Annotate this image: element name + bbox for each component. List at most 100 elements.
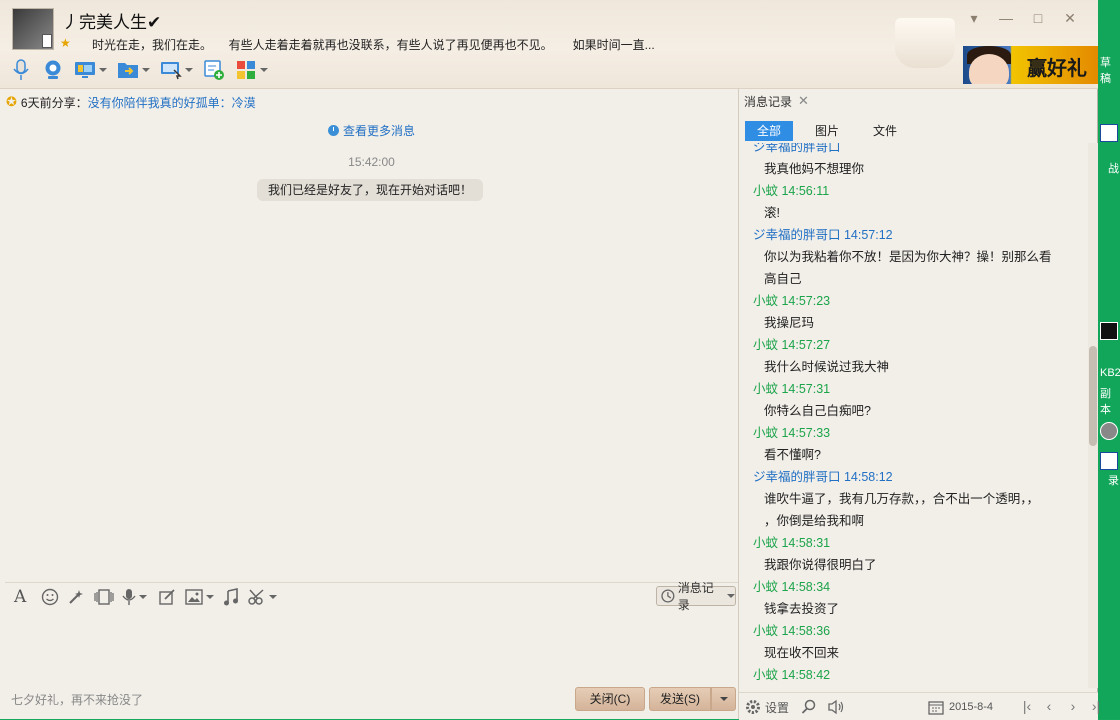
contact-nickname[interactable]: 丿完美人生✔ [62, 8, 161, 33]
history-message-text[interactable]: 看不懂啊? [764, 444, 821, 463]
minimize-icon[interactable]: — [998, 10, 1014, 26]
font-icon: A [14, 587, 27, 607]
font-button[interactable]: A [14, 587, 27, 607]
filter-tab-files[interactable]: 文件 [861, 121, 909, 141]
history-date-picker[interactable]: 2015-8-4 [928, 698, 993, 716]
history-search-button[interactable] [801, 698, 817, 716]
history-panel-title: 消息记录 [744, 94, 793, 109]
close-icon[interactable]: ✕ [1062, 10, 1078, 26]
history-message-text[interactable]: 我真他妈不想理你 [764, 158, 864, 177]
history-message-text[interactable]: 能会给你会 [764, 686, 827, 690]
music-button[interactable] [223, 588, 239, 606]
history-clock-icon [661, 589, 675, 603]
desktop-icon[interactable] [1100, 322, 1118, 340]
desktop-label[interactable]: 战 [1108, 160, 1120, 176]
history-message-header: ジ幸福的胖哥口 14:58:12 [753, 470, 893, 484]
filter-tab-all[interactable]: 全部 [745, 121, 794, 141]
video-call-button[interactable] [42, 57, 64, 83]
send-image-button[interactable] [185, 588, 214, 606]
promo-hint[interactable]: 七夕好礼，再不来抢没了 [11, 691, 143, 708]
desktop-label[interactable]: 录 [1108, 472, 1120, 488]
smiley-icon [41, 588, 59, 606]
history-message-text[interactable]: 你以为我粘着你不放！是因为你大神？操！别那么看 [764, 246, 1052, 265]
message-area[interactable]: 查看更多消息 15:42:00 我们已经是好友了，现在开始对话吧！ [5, 88, 738, 580]
chevron-down-icon[interactable] [260, 68, 268, 72]
edit-button[interactable] [158, 588, 176, 606]
next-page-icon[interactable]: › [1066, 699, 1080, 713]
history-message-header: ジ幸福的胖哥口 [753, 143, 841, 154]
chevron-down-icon[interactable] [185, 68, 193, 72]
last-page-icon[interactable]: ›| [1089, 699, 1103, 713]
system-message: 我们已经是好友了，现在开始对话吧！ [257, 179, 484, 201]
folder-icon [117, 59, 139, 81]
remote-desktop-icon [160, 59, 182, 81]
view-more-messages-link[interactable]: 查看更多消息 [5, 122, 738, 139]
magic-wand-icon [69, 590, 83, 604]
webcam-icon [42, 59, 64, 81]
filter-tab-images[interactable]: 图片 [803, 121, 851, 141]
history-volume-button[interactable] [827, 698, 845, 716]
history-message-text[interactable]: 钱拿去投资了 [764, 598, 839, 617]
history-panel-tab[interactable]: 消息记录 ✕ [744, 89, 809, 113]
chevron-down-icon[interactable] [139, 595, 147, 599]
emoji-button[interactable] [41, 588, 59, 606]
history-settings-label: 设置 [765, 700, 790, 715]
desktop-icon[interactable] [1100, 452, 1118, 470]
desktop-icon[interactable] [1100, 422, 1118, 440]
history-message-text[interactable]: 你特么自己白痴吧? [764, 400, 871, 419]
voice-message-button[interactable] [122, 588, 147, 606]
apps-button[interactable] [235, 57, 268, 83]
close-icon[interactable]: ✕ [798, 93, 809, 109]
message-history-button[interactable]: 消息记录 [656, 581, 736, 612]
first-page-icon[interactable]: |‹ [1020, 699, 1034, 713]
chevron-down-icon[interactable] [727, 594, 735, 598]
music-note-icon [224, 588, 238, 606]
history-message-text[interactable]: 滚! [764, 202, 780, 221]
scrollbar-thumb[interactable] [1089, 346, 1097, 446]
message-input[interactable] [5, 610, 738, 685]
screenshot-button[interactable] [248, 588, 277, 606]
history-message-text[interactable]: 我什么时候说过我大神 [764, 356, 889, 375]
message-history-label: 消息记录 [677, 581, 714, 612]
panel-divider[interactable] [738, 88, 739, 719]
chevron-down-icon[interactable] [99, 68, 107, 72]
history-message-text[interactable]: 谁吹牛逼了，我有几万存款，，合不出一个透明，， [764, 488, 1039, 507]
window-shake-button[interactable] [94, 588, 114, 606]
history-message-text[interactable]: ，你倒是给我和啊 [764, 510, 864, 529]
history-filter-tabs: 全部 图片 文件 [745, 121, 919, 141]
close-button[interactable]: 关闭(C) [575, 687, 645, 711]
history-message-text[interactable]: 高自己 [764, 268, 802, 287]
desktop-label[interactable]: KB2 [1100, 367, 1120, 379]
magic-expression-button[interactable] [67, 588, 85, 606]
desktop-strip: 草稿 战 KB2 副本 录 [1098, 0, 1120, 719]
history-message-text[interactable]: 我操尼玛 [764, 312, 814, 331]
chevron-down-icon[interactable] [142, 68, 150, 72]
desktop-label[interactable]: 草稿 [1100, 54, 1120, 86]
screen-share-button[interactable] [74, 57, 107, 83]
skin-dropdown-icon[interactable]: ▾ [966, 10, 982, 26]
maximize-icon[interactable]: □ [1030, 10, 1046, 26]
history-message-header: 小蚊 14:56:11 [753, 184, 830, 198]
chevron-down-icon[interactable] [269, 595, 277, 599]
calendar-icon [928, 701, 944, 715]
history-message-header: 小蚊 14:58:42 [753, 668, 831, 682]
send-options-button[interactable] [711, 687, 736, 711]
remote-desktop-button[interactable] [160, 57, 193, 83]
history-settings-button[interactable]: 设置 [745, 698, 789, 716]
previous-page-icon[interactable]: ‹ [1042, 699, 1056, 713]
voice-call-button[interactable] [10, 57, 32, 83]
avatar[interactable] [12, 8, 54, 50]
add-discussion-icon [203, 59, 225, 81]
send-button[interactable]: 发送(S) [649, 687, 711, 711]
history-scrollbar[interactable] [1088, 143, 1098, 688]
desktop-label[interactable]: 副本 [1100, 385, 1120, 417]
history-message-text[interactable]: 我跟你说得很明白了 [764, 554, 877, 573]
history-date: 2015-8-4 [949, 701, 994, 713]
desktop-icon[interactable] [1100, 124, 1118, 142]
send-file-button[interactable] [117, 57, 150, 83]
ad-banner[interactable]: 赢好礼 [963, 46, 1098, 84]
history-message-list[interactable]: ジ幸福的胖哥口我真他妈不想理你小蚊 14:56:11 滚! ジ幸福的胖哥口 14:5… [741, 143, 1088, 690]
history-message-text[interactable]: 现在收不回来 [764, 642, 839, 661]
chevron-down-icon[interactable] [206, 595, 214, 599]
create-discussion-button[interactable] [203, 57, 225, 83]
